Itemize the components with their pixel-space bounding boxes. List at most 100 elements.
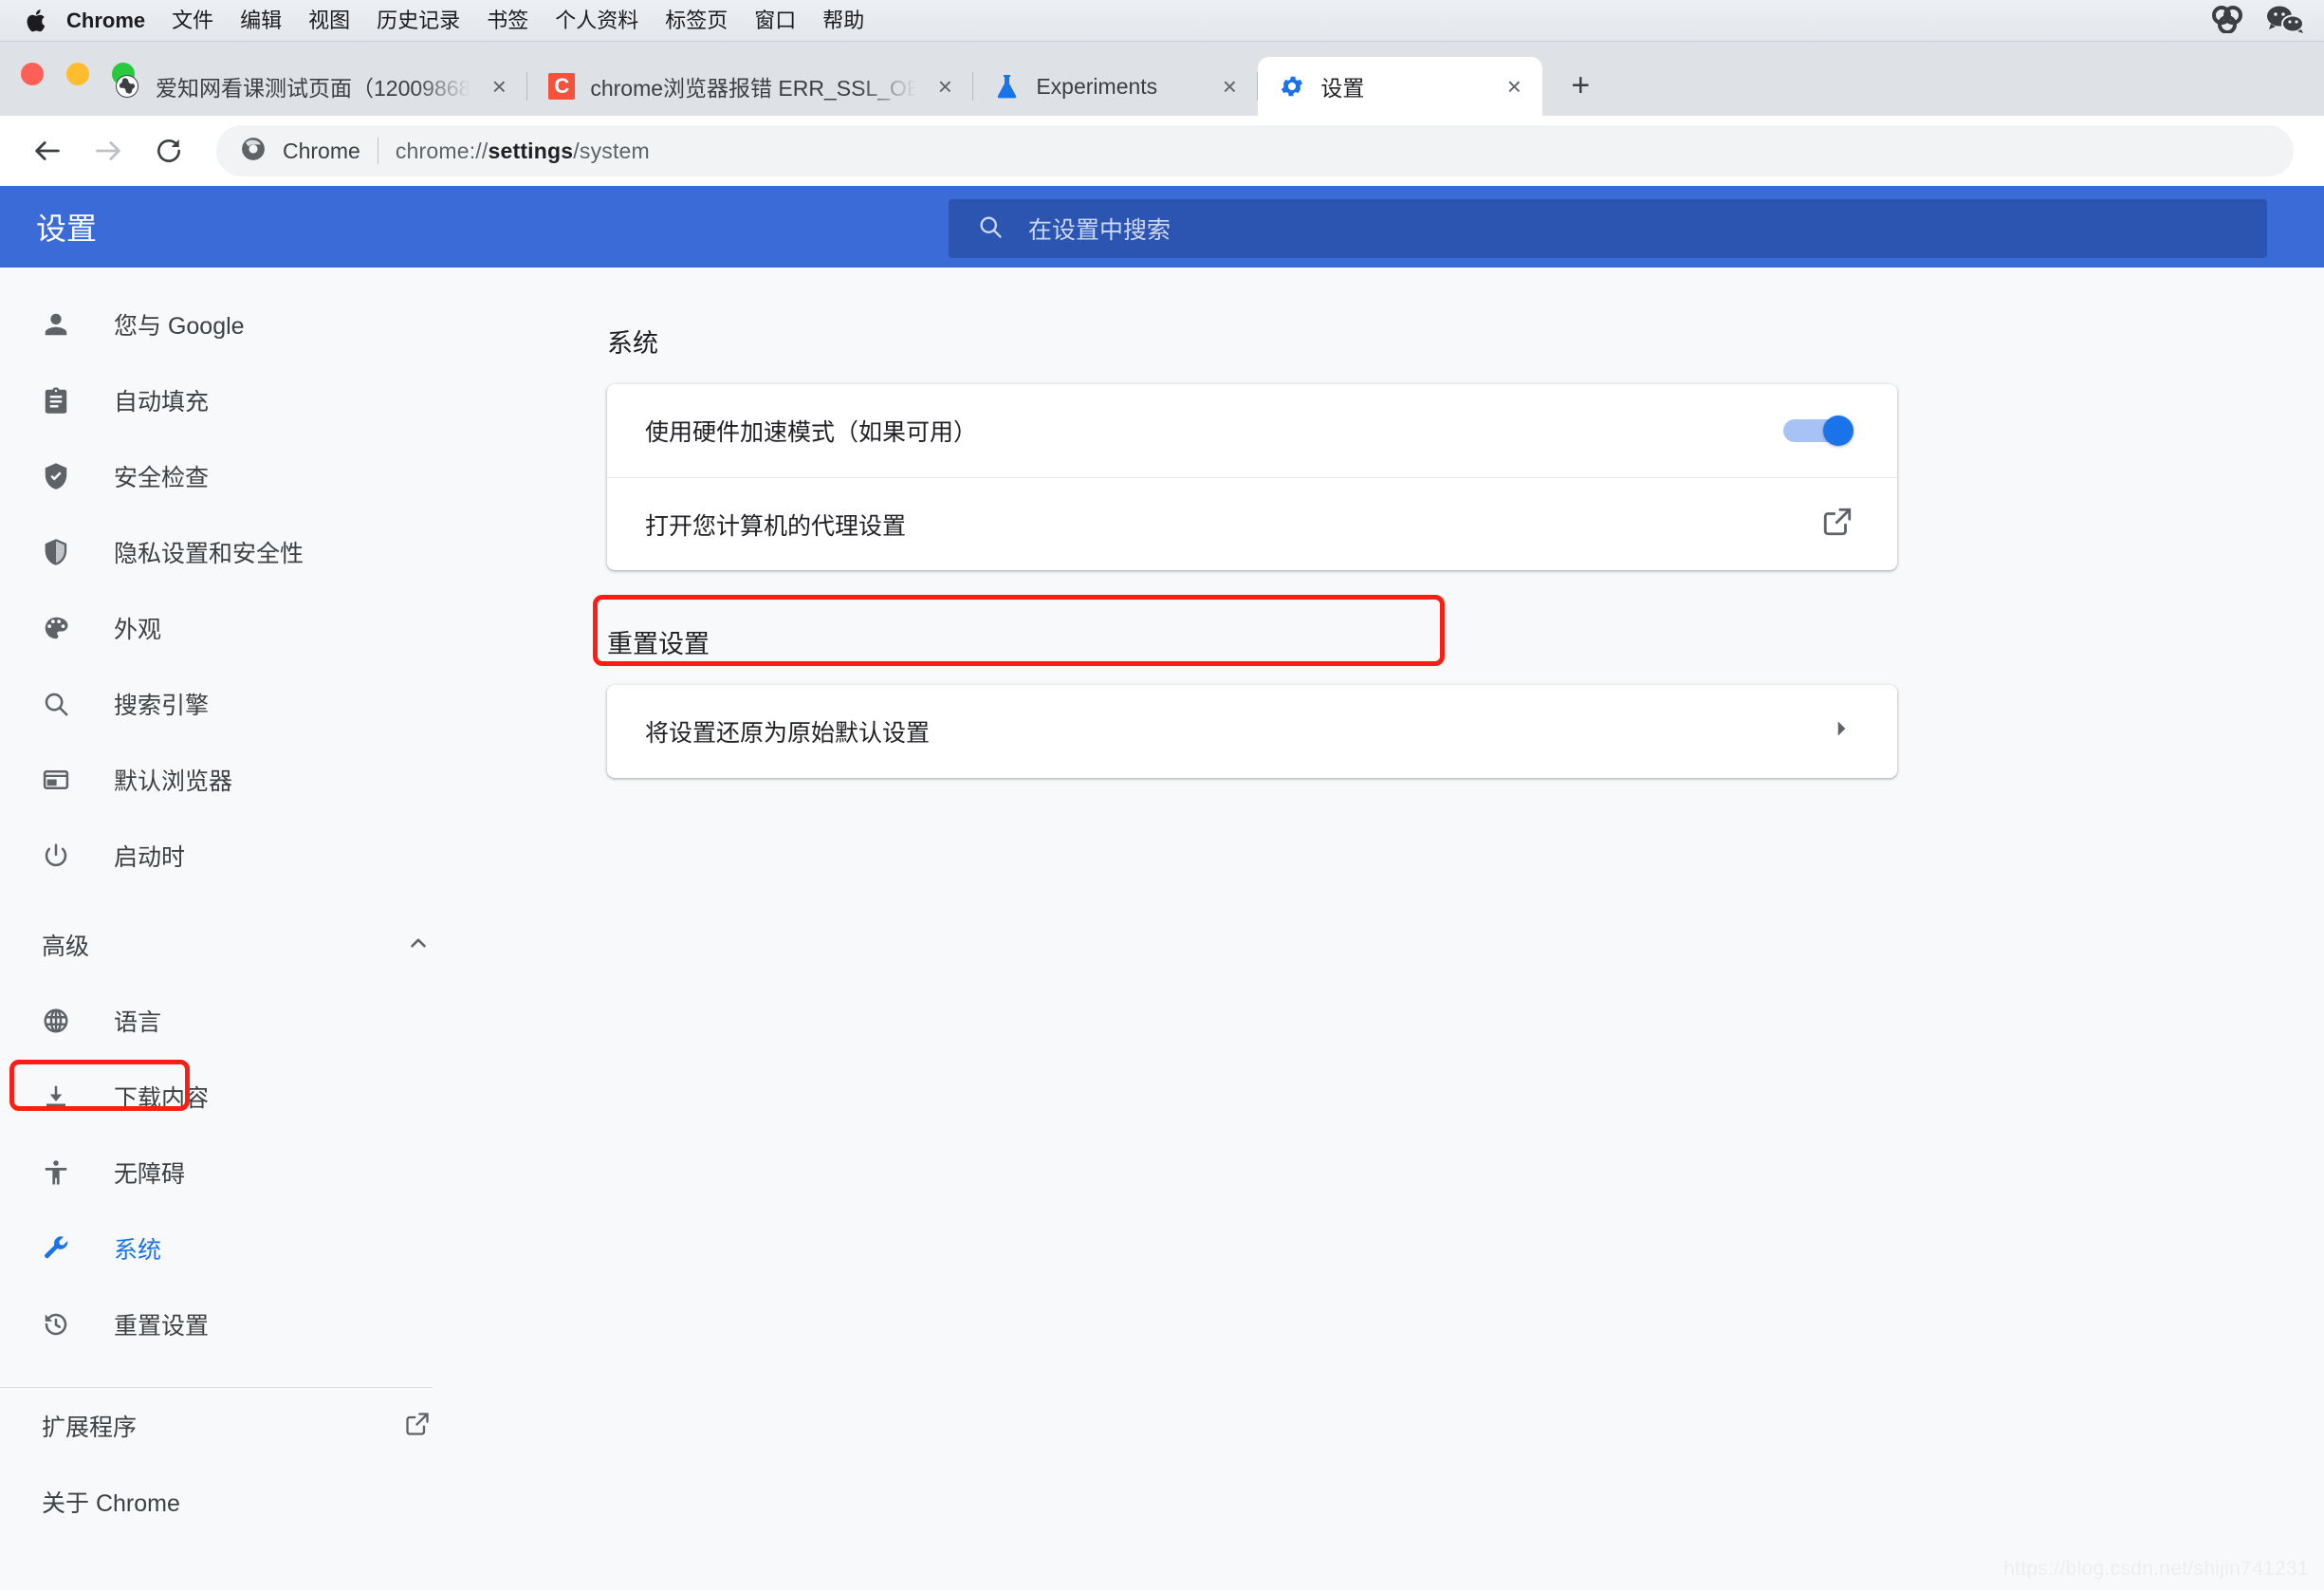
reload-icon[interactable] bbox=[142, 124, 195, 177]
omnibox-url: chrome://settings/system bbox=[396, 139, 650, 164]
close-icon[interactable]: × bbox=[931, 74, 958, 99]
chevron-up-icon bbox=[406, 931, 431, 960]
forward-icon[interactable] bbox=[82, 124, 135, 177]
page-title: 设置 bbox=[36, 212, 98, 246]
row-label: 将设置还原为原始默认设置 bbox=[645, 720, 931, 747]
close-icon[interactable]: × bbox=[486, 74, 512, 99]
sidebar-item-safety-check[interactable]: 安全检查 bbox=[0, 438, 474, 514]
search-icon bbox=[977, 213, 1004, 245]
sidebar-item-you-and-google[interactable]: 您与 Google bbox=[0, 287, 474, 362]
globe-icon bbox=[42, 1007, 114, 1035]
menu-item-tabs[interactable]: 标签页 bbox=[652, 0, 741, 42]
tab-experiments[interactable]: Experiments × bbox=[973, 57, 1259, 116]
csdn-c-icon: C bbox=[548, 73, 576, 100]
menu-item-window[interactable]: 窗口 bbox=[741, 0, 809, 42]
section-title-system: 系统 bbox=[607, 329, 658, 358]
sidebar-item-label: 下载内容 bbox=[114, 1085, 210, 1112]
tab-settings[interactable]: 设置 × bbox=[1258, 57, 1543, 116]
menu-item-view[interactable]: 视图 bbox=[295, 0, 363, 42]
close-icon[interactable]: × bbox=[1216, 74, 1243, 99]
accessibility-icon bbox=[42, 1158, 114, 1187]
tab-title: 爱知网看课测试页面（12009868 bbox=[156, 76, 471, 101]
row-restore-defaults[interactable]: 将设置还原为原始默认设置 bbox=[607, 685, 1897, 778]
row-label: 使用硬件加速模式（如果可用） bbox=[645, 419, 978, 446]
sidebar-advanced-toggle[interactable]: 高级 bbox=[0, 907, 474, 983]
menu-item-help[interactable]: 帮助 bbox=[809, 0, 877, 42]
row-hardware-acceleration[interactable]: 使用硬件加速模式（如果可用） bbox=[607, 384, 1897, 477]
sidebar-item-appearance[interactable]: 外观 bbox=[0, 590, 474, 666]
sidebar-item-about-chrome[interactable]: 关于 Chrome bbox=[0, 1464, 474, 1540]
tab-aizhi[interactable]: 爱知网看课测试页面（12009868 × bbox=[93, 57, 528, 116]
browser-toolbar: Chrome chrome://settings/system bbox=[0, 116, 2324, 186]
menu-item-history[interactable]: 历史记录 bbox=[363, 0, 473, 42]
gear-icon bbox=[1279, 73, 1305, 100]
sidebar-item-downloads[interactable]: 下载内容 bbox=[0, 1059, 474, 1135]
close-icon[interactable]: × bbox=[1501, 74, 1527, 99]
shield-icon bbox=[42, 538, 114, 566]
shield-check-icon bbox=[42, 462, 114, 490]
settings-content: 系统 使用硬件加速模式（如果可用） 打开您计算机的代理设置 重置设置 将设置还原… bbox=[474, 268, 2324, 1590]
back-icon[interactable] bbox=[21, 124, 74, 177]
sidebar-item-extensions[interactable]: 扩展程序 bbox=[0, 1388, 474, 1464]
menu-item-edit[interactable]: 编辑 bbox=[227, 0, 295, 42]
hardware-acceleration-toggle[interactable] bbox=[1783, 416, 1854, 446]
sidebar-item-on-startup[interactable]: 启动时 bbox=[0, 818, 474, 894]
url-bold: settings bbox=[488, 138, 574, 163]
flask-icon bbox=[994, 73, 1021, 100]
sidebar-item-default-browser[interactable]: 默认浏览器 bbox=[0, 742, 474, 818]
sidebar-item-label: 搜索引擎 bbox=[114, 693, 210, 719]
power-icon bbox=[42, 841, 114, 870]
search-input[interactable]: 在设置中搜索 bbox=[949, 199, 2267, 258]
sidebar-item-languages[interactable]: 语言 bbox=[0, 983, 474, 1059]
clipboard-icon bbox=[42, 386, 114, 415]
tab-chrome-error[interactable]: C chrome浏览器报错 ERR_SSL_OB × bbox=[527, 57, 974, 116]
sidebar-item-system[interactable]: 系统 bbox=[0, 1211, 474, 1286]
sidebar-item-label: 您与 Google bbox=[114, 313, 245, 340]
sidebar-item-label: 外观 bbox=[114, 617, 162, 643]
tab-title: Experiments bbox=[1036, 73, 1158, 99]
sidebar-item-label: 启动时 bbox=[114, 844, 186, 871]
menu-item-bookmarks[interactable]: 书签 bbox=[473, 0, 542, 42]
menu-item-profiles[interactable]: 个人资料 bbox=[542, 0, 652, 42]
minimize-window-button[interactable] bbox=[66, 63, 89, 85]
tab-title: chrome浏览器报错 ERR_SSL_OB bbox=[590, 76, 917, 101]
settings-sidebar: 您与 Google 自动填充 安全检查 隐私设置和安全性 外观 搜索引擎 默认浏… bbox=[0, 268, 474, 1590]
tab-strip: 爱知网看课测试页面（12009868 × C chrome浏览器报错 ERR_S… bbox=[0, 42, 2324, 116]
new-tab-button[interactable]: + bbox=[1554, 59, 1607, 112]
wechat-icon[interactable] bbox=[2265, 5, 2305, 38]
watermark: https://blog.csdn.net/shijin741231 bbox=[2003, 1558, 2309, 1580]
url-prefix: chrome:// bbox=[395, 138, 489, 163]
system-card: 使用硬件加速模式（如果可用） 打开您计算机的代理设置 bbox=[607, 384, 1897, 570]
sidebar-item-privacy-security[interactable]: 隐私设置和安全性 bbox=[0, 514, 474, 590]
toggle-knob bbox=[1823, 416, 1854, 446]
search-placeholder: 在设置中搜索 bbox=[1028, 217, 1171, 244]
sidebar-item-label: 扩展程序 bbox=[42, 1414, 138, 1441]
sidebar-item-reset-settings[interactable]: 重置设置 bbox=[0, 1286, 474, 1362]
omnibox-chip: Chrome bbox=[283, 138, 360, 163]
chrome-browser-window: 爱知网看课测试页面（12009868 × C chrome浏览器报错 ERR_S… bbox=[0, 42, 2324, 1590]
url-suffix: /system bbox=[573, 138, 650, 163]
sidebar-item-label: 无障碍 bbox=[114, 1161, 186, 1188]
palette-icon bbox=[42, 614, 114, 642]
reset-card: 将设置还原为原始默认设置 bbox=[607, 685, 1897, 778]
chrome-logo-icon bbox=[241, 137, 266, 166]
address-bar[interactable]: Chrome chrome://settings/system bbox=[216, 125, 2294, 176]
chevron-right-icon[interactable] bbox=[1829, 716, 1854, 748]
globe-icon bbox=[114, 73, 140, 100]
sidebar-item-search-engine[interactable]: 搜索引擎 bbox=[0, 666, 474, 742]
row-open-proxy-settings[interactable]: 打开您计算机的代理设置 bbox=[607, 477, 1897, 570]
sidebar-item-label: 默认浏览器 bbox=[114, 768, 233, 795]
close-window-button[interactable] bbox=[21, 63, 44, 85]
menu-item-chrome[interactable]: Chrome bbox=[53, 0, 158, 42]
apple-logo-icon[interactable] bbox=[21, 8, 53, 34]
tab-title: 设置 bbox=[1320, 76, 1365, 101]
sidebar-item-accessibility[interactable]: 无障碍 bbox=[0, 1135, 474, 1211]
settings-header: 设置 在设置中搜索 bbox=[0, 186, 2324, 268]
menu-item-file[interactable]: 文件 bbox=[158, 0, 227, 42]
external-link-icon[interactable] bbox=[1821, 506, 1854, 543]
section-title-reset: 重置设置 bbox=[607, 630, 710, 658]
macos-menu-bar: Chrome 文件 编辑 视图 历史记录 书签 个人资料 标签页 窗口 帮助 bbox=[0, 0, 2324, 42]
baidu-netdisk-icon[interactable] bbox=[2208, 5, 2246, 38]
sidebar-item-autofill[interactable]: 自动填充 bbox=[0, 362, 474, 438]
person-icon bbox=[42, 310, 114, 339]
